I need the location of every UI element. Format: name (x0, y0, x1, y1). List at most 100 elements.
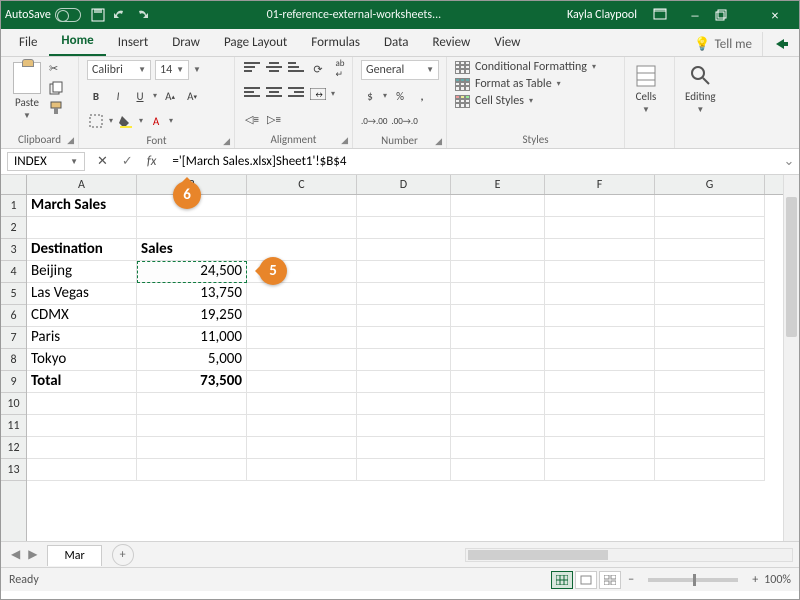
chevron-left-icon[interactable]: ◀ (11, 547, 20, 562)
cell[interactable] (357, 305, 451, 327)
cell[interactable] (655, 239, 765, 261)
cell[interactable] (451, 195, 545, 217)
cell[interactable]: 19,250 (137, 305, 247, 327)
cell[interactable] (357, 217, 451, 239)
cell[interactable] (137, 459, 247, 481)
cell[interactable]: Las Vegas (27, 283, 137, 305)
cell[interactable]: 11,000 (137, 327, 247, 349)
cell[interactable] (545, 261, 655, 283)
tab-data[interactable]: Data (372, 31, 421, 56)
increase-indent-icon[interactable]: ▷≡ (265, 110, 283, 128)
underline-button[interactable]: U (131, 87, 149, 105)
cell[interactable] (655, 437, 765, 459)
scrollbar-thumb[interactable] (468, 550, 608, 560)
tab-formulas[interactable]: Formulas (299, 31, 372, 56)
row-header[interactable]: 12 (1, 437, 26, 459)
share-button[interactable] (762, 32, 799, 56)
col-header-d[interactable]: D (357, 175, 451, 194)
cancel-formula-icon[interactable]: ✕ (97, 154, 108, 169)
tab-review[interactable]: Review (421, 31, 483, 56)
sheet-nav[interactable]: ◀▶ (1, 547, 47, 562)
merge-icon[interactable]: ↔ (309, 85, 327, 103)
align-center-icon[interactable] (265, 85, 283, 103)
formula-input[interactable]: ='[March Sales.xlsx]Sheet1'!$B$4 (166, 152, 779, 171)
cell[interactable] (247, 305, 357, 327)
cell[interactable] (357, 327, 451, 349)
cell[interactable] (357, 283, 451, 305)
cell[interactable] (247, 415, 357, 437)
cell[interactable] (655, 327, 765, 349)
col-header-a[interactable]: A (27, 175, 137, 194)
cell[interactable] (545, 239, 655, 261)
zoom-out-button[interactable]: − (628, 573, 634, 587)
number-format-selector[interactable]: General▼ (361, 60, 439, 80)
redo-icon[interactable] (135, 8, 149, 22)
cell[interactable]: 13,750 (137, 283, 247, 305)
cell[interactable] (27, 393, 137, 415)
cell[interactable] (655, 459, 765, 481)
cell[interactable]: Total (27, 371, 137, 393)
dialog-launcher-icon[interactable]: ◢ (341, 135, 348, 146)
worksheet-grid[interactable]: A B C D E F G 12345678910111213 March Sa… (1, 175, 799, 541)
decrease-font-icon[interactable]: A▾ (183, 87, 201, 105)
italic-button[interactable]: I (109, 87, 127, 105)
cell[interactable] (247, 459, 357, 481)
col-header-e[interactable]: E (451, 175, 545, 194)
cell[interactable] (655, 195, 765, 217)
cell[interactable] (451, 459, 545, 481)
cell[interactable] (247, 349, 357, 371)
cell[interactable] (357, 371, 451, 393)
cell[interactable]: 73,500 (137, 371, 247, 393)
horizontal-scrollbar[interactable] (465, 548, 793, 562)
align-left-icon[interactable] (243, 85, 261, 103)
paste-button[interactable]: Paste ▼ (9, 60, 45, 123)
scrollbar-thumb[interactable] (786, 197, 797, 337)
dialog-launcher-icon[interactable]: ◢ (67, 135, 74, 146)
row-header[interactable]: 6 (1, 305, 26, 327)
tab-view[interactable]: View (482, 31, 532, 56)
cell[interactable] (27, 415, 137, 437)
tab-home[interactable]: Home (49, 29, 105, 56)
cell[interactable] (545, 437, 655, 459)
select-all-corner[interactable] (1, 175, 27, 195)
conditional-formatting-button[interactable]: Conditional Formatting▾ (455, 60, 596, 74)
decrease-indent-icon[interactable]: ◁≡ (243, 110, 261, 128)
cell[interactable] (357, 415, 451, 437)
cell[interactable] (545, 349, 655, 371)
cell[interactable]: 5,000 (137, 349, 247, 371)
cell[interactable] (357, 261, 451, 283)
increase-decimal-icon[interactable]: .0→.00 (361, 112, 387, 130)
tab-draw[interactable]: Draw (160, 31, 212, 56)
row-header[interactable]: 7 (1, 327, 26, 349)
cell[interactable] (451, 437, 545, 459)
cell[interactable] (247, 239, 357, 261)
cell[interactable] (137, 393, 247, 415)
percent-format-icon[interactable]: % (391, 87, 409, 105)
cell[interactable] (247, 327, 357, 349)
row-header[interactable]: 4 (1, 261, 26, 283)
cell[interactable] (451, 393, 545, 415)
cut-icon[interactable]: ✂ (49, 62, 63, 75)
cell[interactable] (451, 349, 545, 371)
cell[interactable] (655, 349, 765, 371)
slider-handle[interactable] (693, 574, 696, 586)
borders-icon[interactable] (87, 112, 105, 130)
row-header[interactable]: 11 (1, 415, 26, 437)
cell[interactable] (27, 217, 137, 239)
cell[interactable] (655, 393, 765, 415)
fill-color-icon[interactable] (117, 112, 135, 130)
sheet-tab-active[interactable]: Mar (47, 545, 101, 566)
autosave-toggle[interactable]: AutoSave (5, 8, 81, 22)
format-as-table-button[interactable]: Format as Table▾ (455, 77, 596, 91)
name-box[interactable]: INDEX▼ (7, 152, 85, 171)
cells-button[interactable]: Cells▼ (633, 60, 659, 119)
font-color-icon[interactable]: A (147, 112, 165, 130)
column-headers[interactable]: A B C D E F G (27, 175, 783, 195)
new-sheet-button[interactable]: + (112, 544, 134, 566)
orientation-icon[interactable]: ⟳ (309, 60, 327, 78)
cell[interactable]: Tokyo (27, 349, 137, 371)
row-header[interactable]: 1 (1, 195, 26, 217)
cell[interactable] (451, 305, 545, 327)
tab-insert[interactable]: Insert (106, 31, 161, 56)
cell[interactable] (137, 217, 247, 239)
